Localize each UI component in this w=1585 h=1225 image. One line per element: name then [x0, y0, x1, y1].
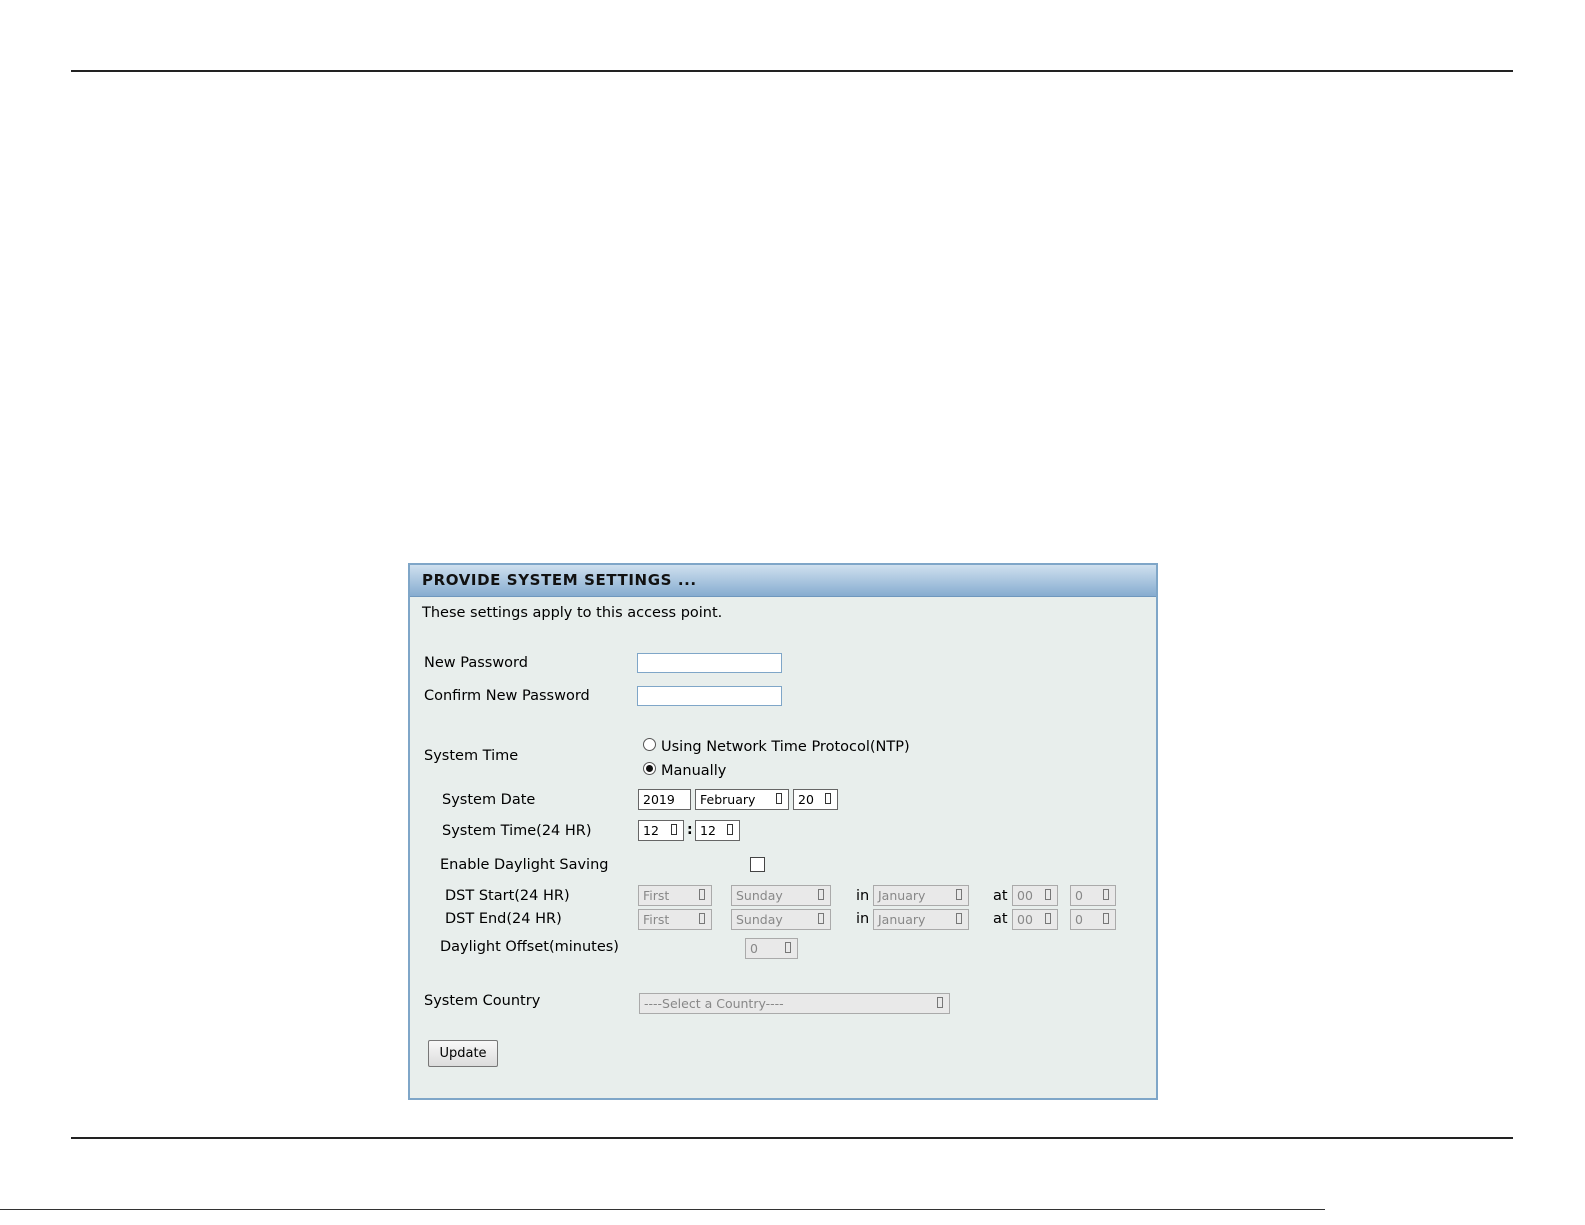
dropdown-arrow-icon — [671, 824, 677, 835]
panel-intro: These settings apply to this access poin… — [422, 605, 723, 621]
panel-title: PROVIDE SYSTEM SETTINGS ... — [410, 565, 1156, 597]
page-bottom-line — [0, 1209, 1325, 1210]
ntp-option-label: Using Network Time Protocol(NTP) — [661, 739, 910, 755]
dst-start-weekday-value: Sunday — [736, 888, 783, 903]
day-value: 20 — [798, 792, 814, 807]
system-time24-label: System Time(24 HR) — [442, 823, 592, 839]
dst-end-minute-select[interactable]: 0 — [1070, 909, 1116, 930]
dropdown-arrow-icon — [825, 793, 831, 804]
daylight-offset-label: Daylight Offset(minutes) — [440, 939, 619, 955]
header-rule — [71, 70, 1513, 72]
hour-select[interactable]: 12 — [638, 820, 684, 841]
confirm-password-label: Confirm New Password — [424, 688, 590, 704]
hour-value: 12 — [643, 823, 659, 838]
dst-start-weekday-select[interactable]: Sunday — [731, 885, 831, 906]
dropdown-arrow-icon — [1103, 889, 1109, 900]
dst-start-hour-select[interactable]: 00 — [1012, 885, 1058, 906]
dst-start-hour-value: 00 — [1017, 888, 1033, 903]
update-button[interactable]: Update — [428, 1040, 498, 1067]
manual-option-label: Manually — [661, 763, 727, 779]
dst-end-week-select[interactable]: First — [638, 909, 712, 930]
new-password-input[interactable] — [637, 653, 782, 673]
dst-end-hour-value: 00 — [1017, 912, 1033, 927]
minute-value: 12 — [700, 823, 716, 838]
daylight-saving-checkbox[interactable] — [750, 857, 765, 872]
dropdown-arrow-icon — [1103, 913, 1109, 924]
system-settings-panel: PROVIDE SYSTEM SETTINGS ... These settin… — [408, 563, 1158, 1100]
dropdown-arrow-icon — [776, 793, 782, 804]
dropdown-arrow-icon — [956, 889, 962, 900]
dropdown-arrow-icon — [785, 942, 791, 953]
daylight-saving-label: Enable Daylight Saving — [440, 857, 609, 873]
dropdown-arrow-icon — [727, 824, 733, 835]
year-value: 2019 — [643, 792, 675, 807]
system-country-label: System Country — [424, 993, 541, 1009]
manual-radio[interactable] — [643, 762, 656, 775]
dropdown-arrow-icon — [937, 997, 943, 1008]
time-separator: : — [687, 822, 693, 838]
month-select[interactable]: February — [695, 789, 789, 810]
daylight-offset-value: 0 — [750, 941, 758, 956]
dst-start-week-value: First — [643, 888, 670, 903]
dst-start-minute-select[interactable]: 0 — [1070, 885, 1116, 906]
dst-end-hour-select[interactable]: 00 — [1012, 909, 1058, 930]
dropdown-arrow-icon — [1045, 889, 1051, 900]
footer-rule — [71, 1137, 1513, 1139]
dst-end-in-label: in — [856, 911, 870, 927]
system-date-label: System Date — [442, 792, 536, 808]
dst-end-label: DST End(24 HR) — [445, 911, 562, 927]
confirm-password-input[interactable] — [637, 686, 782, 706]
dst-end-weekday-value: Sunday — [736, 912, 783, 927]
dropdown-arrow-icon — [818, 913, 824, 924]
month-value: February — [700, 792, 756, 807]
dst-start-label: DST Start(24 HR) — [445, 888, 570, 904]
minute-select[interactable]: 12 — [695, 820, 740, 841]
dropdown-arrow-icon — [699, 913, 705, 924]
new-password-label: New Password — [424, 655, 528, 671]
dropdown-arrow-icon — [699, 889, 705, 900]
dst-end-month-select[interactable]: January — [873, 909, 969, 930]
dst-end-at-label: at — [993, 911, 1008, 927]
dst-end-weekday-select[interactable]: Sunday — [731, 909, 831, 930]
ntp-radio[interactable] — [643, 738, 656, 751]
dst-start-month-value: January — [878, 888, 926, 903]
dst-start-month-select[interactable]: January — [873, 885, 969, 906]
daylight-offset-select[interactable]: 0 — [745, 938, 798, 959]
dst-start-in-label: in — [856, 888, 870, 904]
country-value: ----Select a Country---- — [644, 996, 784, 1011]
dst-end-minute-value: 0 — [1075, 912, 1083, 927]
year-input[interactable]: 2019 — [638, 789, 691, 810]
country-select[interactable]: ----Select a Country---- — [639, 993, 950, 1014]
dst-end-month-value: January — [878, 912, 926, 927]
dropdown-arrow-icon — [1045, 913, 1051, 924]
dropdown-arrow-icon — [956, 913, 962, 924]
dst-start-minute-value: 0 — [1075, 888, 1083, 903]
dst-end-week-value: First — [643, 912, 670, 927]
dst-start-week-select[interactable]: First — [638, 885, 712, 906]
dropdown-arrow-icon — [818, 889, 824, 900]
system-time-label: System Time — [424, 748, 519, 764]
day-select[interactable]: 20 — [793, 789, 838, 810]
dst-start-at-label: at — [993, 888, 1008, 904]
